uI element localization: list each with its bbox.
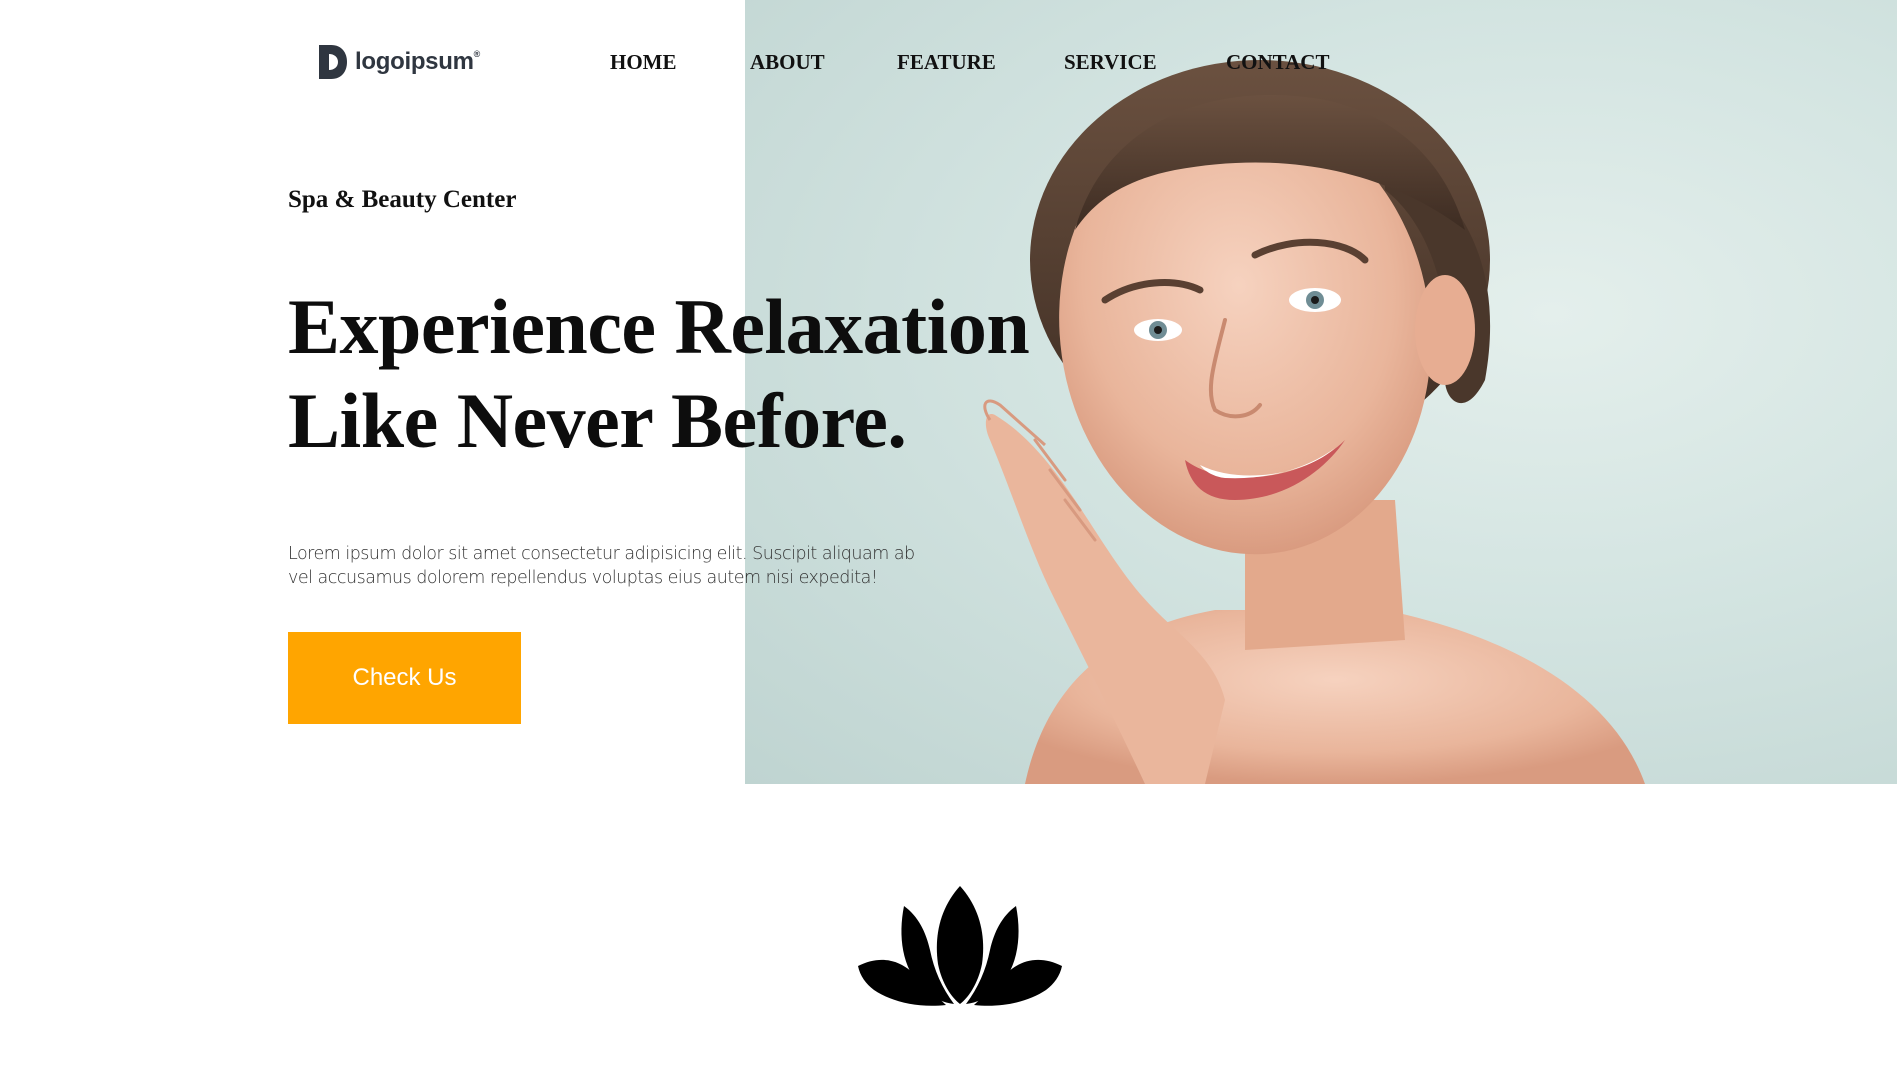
nav-item-service[interactable]: SERVICE bbox=[1064, 50, 1157, 75]
nav-item-home[interactable]: HOME bbox=[610, 50, 677, 75]
landing-page: logoipsum® HOME ABOUT FEATURE SERVICE CO… bbox=[0, 0, 1897, 1067]
hero-headline-line-1: Experience Relaxation bbox=[288, 283, 1030, 370]
logo-mark-icon bbox=[319, 45, 347, 79]
nav-item-contact[interactable]: CONTACT bbox=[1226, 50, 1329, 75]
lotus-icon bbox=[858, 886, 1062, 1006]
hero-subtitle: Spa & Beauty Center bbox=[288, 186, 517, 213]
check-us-button[interactable]: Check Us bbox=[288, 632, 521, 724]
hero-headline: Experience Relaxation Like Never Before. bbox=[288, 280, 1030, 468]
nav-item-about[interactable]: ABOUT bbox=[750, 50, 825, 75]
hero-description: Lorem ipsum dolor sit amet consectetur a… bbox=[288, 543, 915, 588]
logo-text: logoipsum® bbox=[355, 48, 480, 75]
hero-headline-line-2: Like Never Before. bbox=[288, 377, 907, 464]
logo[interactable]: logoipsum® bbox=[317, 43, 480, 81]
nav-item-feature[interactable]: FEATURE bbox=[897, 50, 996, 75]
